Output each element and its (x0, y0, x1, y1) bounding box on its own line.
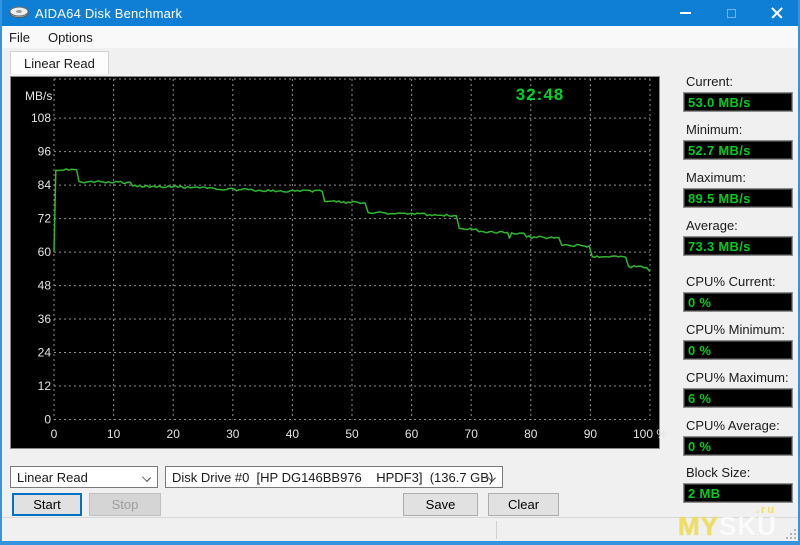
status-bar (2, 517, 798, 541)
svg-text:70: 70 (465, 427, 479, 441)
svg-text:80: 80 (524, 427, 538, 441)
benchmark-chart-panel: 108 96 84 72 60 48 36 24 12 0 0 10 20 30 40 50 60 70 80 90 1… (10, 76, 667, 449)
app-disk-icon (9, 6, 29, 18)
stat-average-value-box: 73.3 MB/s (683, 236, 793, 256)
stat-cpu-minimum-value-box: 0 % (683, 340, 793, 360)
svg-text:108: 108 (31, 111, 51, 125)
start-button[interactable]: Start (12, 493, 82, 516)
svg-text:84: 84 (38, 178, 52, 192)
stat-current: Current: 53.0 MB/s (683, 74, 795, 112)
tabstrip: Linear Read (2, 48, 798, 74)
svg-text:12: 12 (38, 379, 52, 393)
stat-maximum-value-box: 89.5 MB/s (683, 188, 793, 208)
app-window: AIDA64 Disk Benchmark File Options Linea… (0, 0, 800, 545)
svg-text:60: 60 (405, 427, 419, 441)
stat-cpu-maximum-value-box: 6 % (683, 388, 793, 408)
stats-panel: Current: 53.0 MB/s Minimum: 52.7 MB/s Ma… (683, 0, 795, 541)
stat-cpu-current-value-box: 0 % (683, 292, 793, 312)
stat-maximum: Maximum: 89.5 MB/s (683, 170, 795, 208)
svg-text:30: 30 (226, 427, 240, 441)
window-title: AIDA64 Disk Benchmark (35, 5, 183, 21)
stat-cpu-maximum: CPU% Maximum: 6 % (683, 370, 795, 408)
stat-cpu-current: CPU% Current: 0 % (683, 274, 795, 312)
elapsed-time: 32:48 (515, 85, 565, 104)
stat-minimum-value-box: 52.7 MB/s (683, 140, 793, 160)
stat-cpu-average-value-box: 0 % (683, 436, 793, 456)
svg-text:36: 36 (38, 312, 52, 326)
svg-text:100 %: 100 % (633, 427, 667, 441)
resize-grip[interactable] (784, 527, 796, 539)
y-axis-unit-label: MB/s (25, 89, 53, 103)
stop-button[interactable]: Stop (89, 493, 161, 516)
stat-current-value-box: 53.0 MB/s (683, 92, 793, 112)
clear-button[interactable]: Clear (488, 493, 559, 516)
benchmark-chart: 108 96 84 72 60 48 36 24 12 00 10 20 30 40 50 60 70 80 90 1… (31, 78, 667, 441)
chevron-down-icon (142, 473, 151, 482)
menu-options[interactable]: Options (39, 26, 102, 48)
disk-drive-select[interactable]: Disk Drive #0 [HP DG146BB976 HPDF3] (136… (165, 466, 503, 488)
stat-minimum: Minimum: 52.7 MB/s (683, 122, 795, 160)
svg-text:90: 90 (584, 427, 598, 441)
svg-text:0: 0 (51, 427, 58, 441)
svg-text:60: 60 (38, 245, 52, 259)
svg-text:96: 96 (38, 145, 52, 159)
svg-text:40: 40 (286, 427, 300, 441)
status-separator (496, 521, 497, 539)
titlebar: AIDA64 Disk Benchmark (2, 0, 798, 26)
svg-text:72: 72 (38, 212, 52, 226)
svg-text:24: 24 (38, 346, 52, 360)
stat-block-size: Block Size: 2 MB (683, 465, 795, 503)
tab-linear-read[interactable]: Linear Read (10, 51, 109, 74)
save-button[interactable]: Save (403, 493, 478, 516)
svg-text:48: 48 (38, 279, 52, 293)
stat-cpu-average: CPU% Average: 0 % (683, 418, 795, 456)
svg-text:20: 20 (167, 427, 181, 441)
svg-text:50: 50 (345, 427, 359, 441)
svg-text:0: 0 (44, 413, 51, 427)
benchmark-type-select[interactable]: Linear Read (10, 466, 158, 488)
menubar: File Options (2, 26, 798, 48)
svg-text:10: 10 (107, 427, 121, 441)
stat-cpu-minimum: CPU% Minimum: 0 % (683, 322, 795, 360)
menu-file[interactable]: File (2, 26, 39, 48)
stat-block-size-value-box: 2 MB (683, 483, 793, 503)
stat-average: Average: 73.3 MB/s (683, 218, 795, 256)
